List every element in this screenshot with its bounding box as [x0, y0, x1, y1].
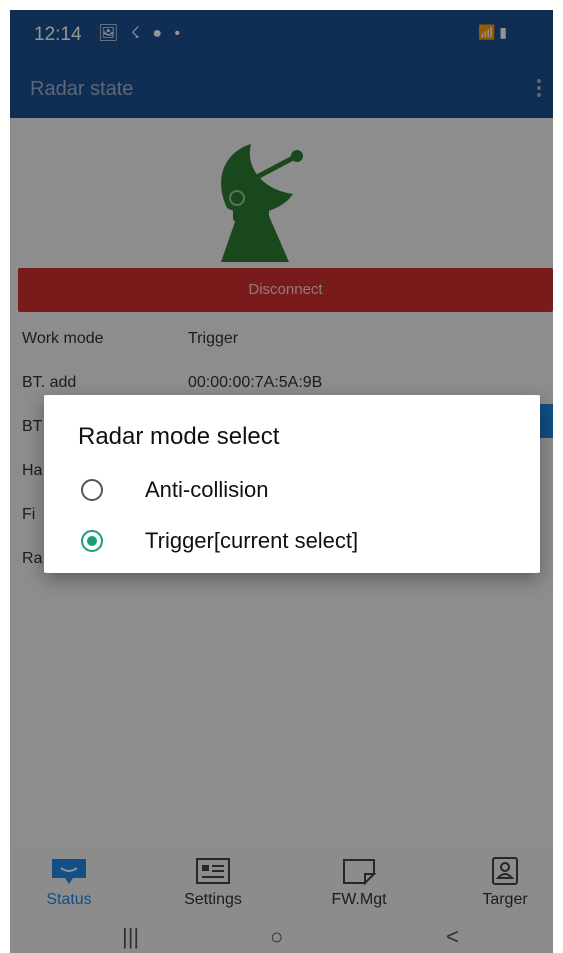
radio-button-checked[interactable]	[81, 530, 103, 552]
option-label: Trigger[current select]	[145, 528, 359, 553]
radar-mode-dialog: Radar mode select Anti-collision Trigger…	[44, 395, 540, 573]
option-anti-collision[interactable]: Anti-collision	[44, 469, 540, 515]
dialog-title: Radar mode select	[78, 423, 280, 450]
option-label: Anti-collision	[145, 477, 269, 502]
radio-button-unchecked[interactable]	[81, 479, 103, 501]
option-trigger[interactable]: Trigger[current select]	[44, 520, 540, 566]
phone-screen: 12:14 🖼 ☇ ● • 📶 ▮ Radar state Disconnect…	[10, 10, 553, 953]
